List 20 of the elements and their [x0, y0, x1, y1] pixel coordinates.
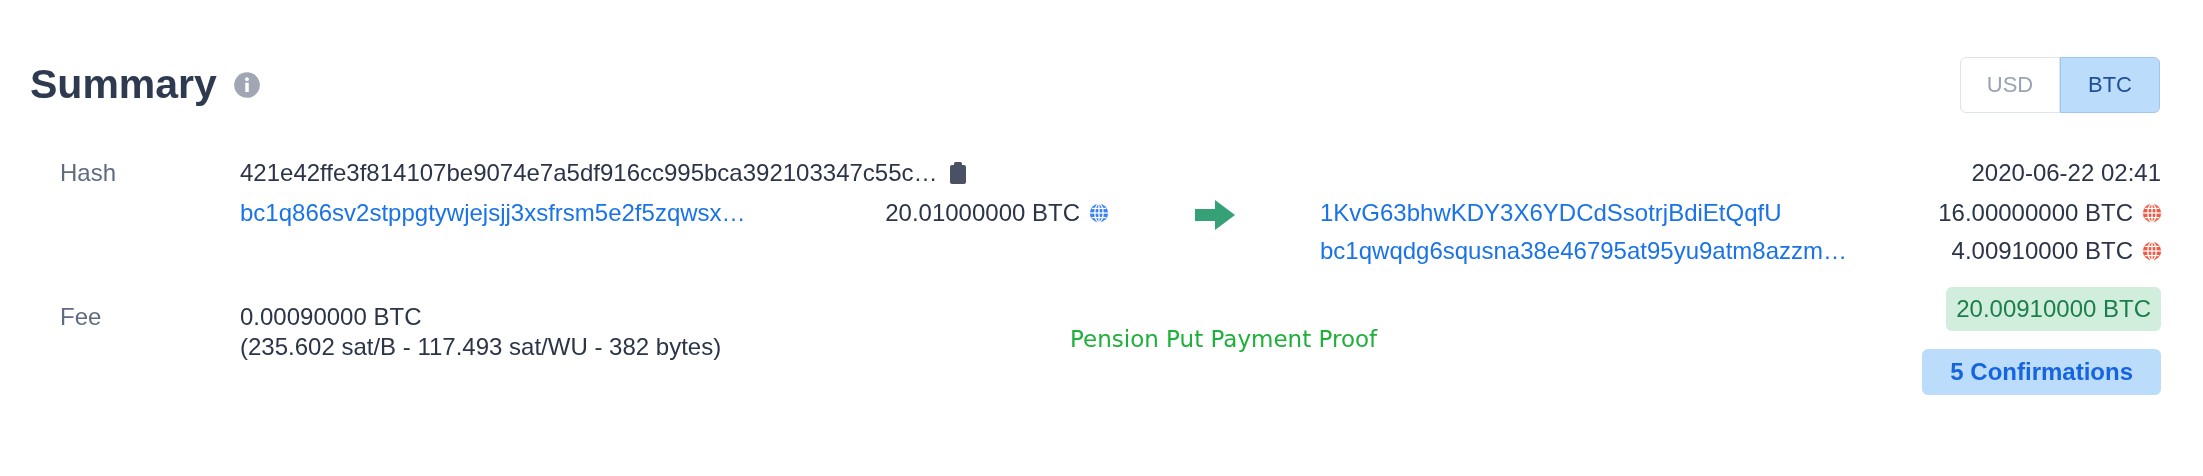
timestamp: 2020-06-22 02:41	[1971, 157, 2162, 188]
field-label: Fee	[60, 301, 103, 332]
amount-text: 20.01000000 BTC	[885, 197, 1080, 228]
address-link[interactable]: bc1q866sv2stppgtywjejsjj3xsfrsm5e2f5zqwsx…	[240, 194, 746, 231]
currency-toggle[interactable]: BTC	[2060, 56, 2160, 113]
confirmations-badge: 5 Confirmations	[1922, 348, 2161, 395]
page-title: Summary	[30, 60, 217, 109]
amount-text: 4.00910000 BTC	[1951, 235, 2133, 266]
fee-amount: 0.00090000 BTC	[240, 301, 423, 332]
clipboard-icon[interactable]	[949, 161, 966, 184]
fee-detail: (235.602 sat/B - 117.493 sat/WU - 382 bytes)	[240, 331, 723, 362]
arrow-right-icon	[1195, 199, 1235, 230]
field-label: Hash	[60, 157, 118, 188]
hash-text: 421e42ffe3f814107be9074e7a5df916cc995bca392103347c55c…	[240, 157, 938, 188]
note-text: Pension Put Payment Proof	[1070, 324, 1378, 354]
amount-text: 16.00000000 BTC	[1938, 197, 2133, 228]
address-link[interactable]: 1KvG63bhwKDY3X6YDCdSsotrjBdiEtQqfU	[1320, 194, 1782, 231]
currency-toggle[interactable]: USD	[1960, 56, 2060, 113]
total-badge: 20.00910000 BTC	[1946, 286, 2161, 331]
address-link[interactable]: bc1qwqdg6squsna38e46795at95yu9atm8azzm…	[1320, 232, 1848, 269]
